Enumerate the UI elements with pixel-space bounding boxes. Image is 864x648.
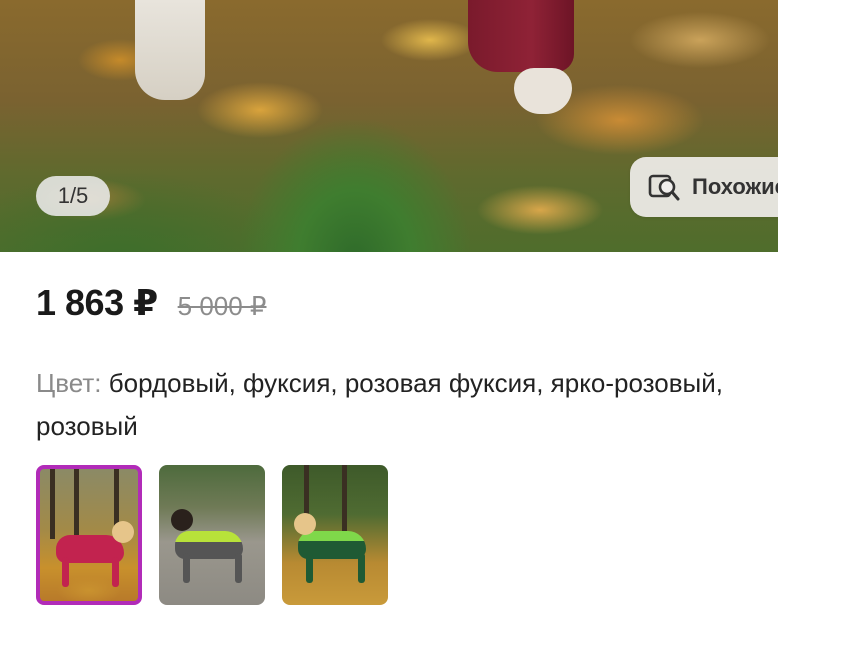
- color-description: Цвет: бордовый, фуксия, розовая фуксия, …: [36, 362, 826, 448]
- photo-counter-badge: 1/5: [36, 176, 110, 216]
- photo-counter-text: 1/5: [57, 183, 89, 208]
- variant-thumbnail-green[interactable]: [282, 465, 388, 605]
- dog-leg: [62, 557, 69, 587]
- dog-leg: [112, 557, 119, 587]
- dog-head: [112, 521, 134, 543]
- dog-leg: [358, 553, 365, 583]
- variant-thumbnail-grey[interactable]: [159, 465, 265, 605]
- similar-button[interactable]: Похожие: [630, 157, 778, 217]
- photo-pants: [468, 0, 574, 72]
- thumb-tree: [50, 469, 55, 539]
- old-price: 5 000 ₽: [177, 291, 267, 321]
- photo-paw: [514, 68, 572, 114]
- thumb-tree: [342, 465, 347, 535]
- dog-leg: [306, 553, 313, 583]
- price-row: 1 863 ₽ 5 000 ₽: [36, 282, 266, 332]
- variant-thumbnails: [36, 465, 388, 605]
- similar-button-label: Похожие: [692, 174, 778, 199]
- color-key: Цвет:: [36, 368, 102, 398]
- dog-head: [171, 509, 193, 531]
- product-photo[interactable]: 1/5 Похожие: [0, 0, 778, 252]
- dog-head: [294, 513, 316, 535]
- current-price: 1 863 ₽: [36, 282, 158, 323]
- color-value: бордовый, фуксия, розовая фуксия, ярко-р…: [36, 368, 723, 441]
- dog-leg: [183, 553, 190, 583]
- search-similar-icon: [648, 172, 682, 202]
- variant-thumbnail-pink[interactable]: [36, 465, 142, 605]
- dog-leg: [235, 553, 242, 583]
- photo-grass-tuft: [240, 120, 470, 252]
- thumb-tree: [74, 469, 79, 539]
- photo-dog-leg: [135, 0, 205, 100]
